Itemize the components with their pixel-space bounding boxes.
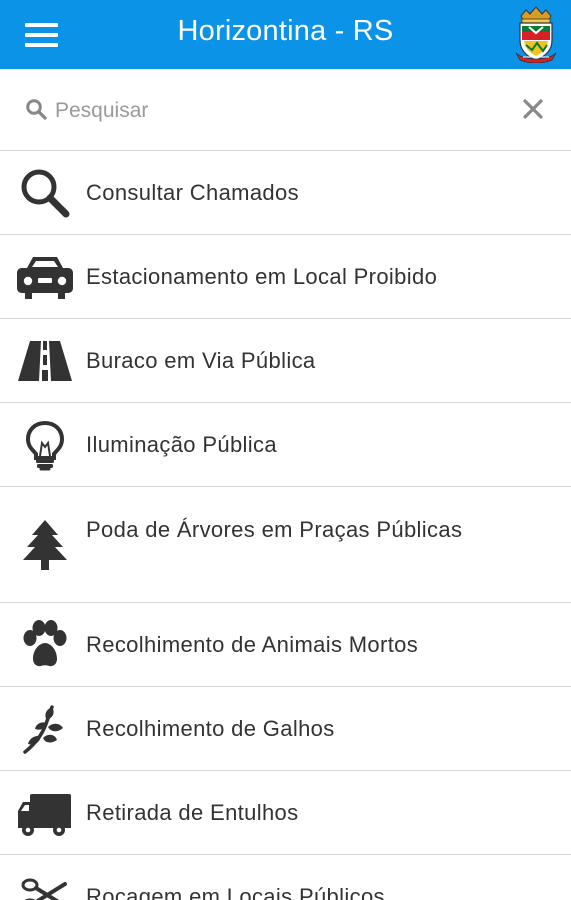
magnifier-icon (16, 166, 74, 220)
close-icon (523, 99, 543, 119)
list-item-rocagem[interactable]: Roçagem em Locais Públicos (0, 855, 571, 900)
list-item-poda-arvores[interactable]: Poda de Árvores em Praças Públicas (0, 487, 571, 603)
list-item-label: Roçagem em Locais Públicos (86, 884, 385, 900)
clear-search-button[interactable] (519, 95, 547, 123)
list-item-estacionamento[interactable]: Estacionamento em Local Proibido (0, 235, 571, 319)
road-icon (16, 334, 74, 388)
list-item-iluminacao[interactable]: Iluminação Pública (0, 403, 571, 487)
list-item-entulhos[interactable]: Retirada de Entulhos (0, 771, 571, 855)
list-item-label: Estacionamento em Local Proibido (86, 264, 438, 289)
list-item-label: Poda de Árvores em Praças Públicas (86, 517, 463, 542)
list-item-buraco[interactable]: Buraco em Via Pública (0, 319, 571, 403)
search-icon (25, 98, 49, 122)
lightbulb-icon (16, 418, 74, 472)
service-list: Consultar Chamados Estacionamento em Loc… (0, 151, 571, 900)
scissors-icon (16, 870, 74, 900)
list-item-label: Retirada de Entulhos (86, 800, 299, 825)
search-input[interactable] (53, 90, 487, 132)
list-item-consultar-chamados[interactable]: Consultar Chamados (0, 151, 571, 235)
list-item-label: Consultar Chamados (86, 180, 299, 205)
car-icon (16, 250, 74, 304)
top-app-bar: Horizontina - RS (0, 0, 571, 69)
page-title: Horizontina - RS (177, 15, 394, 47)
list-item-label: Recolhimento de Animais Mortos (86, 632, 419, 657)
paw-icon (16, 618, 74, 672)
list-item-label: Iluminação Pública (86, 432, 277, 457)
list-item-label: Buraco em Via Pública (86, 348, 316, 373)
list-item-label: Recolhimento de Galhos (86, 716, 335, 741)
list-item-galhos[interactable]: Recolhimento de Galhos (0, 687, 571, 771)
truck-icon (16, 786, 74, 840)
search-bar (0, 69, 571, 151)
tree-icon (16, 518, 74, 572)
branch-icon (16, 702, 74, 756)
list-item-animais-mortos[interactable]: Recolhimento de Animais Mortos (0, 603, 571, 687)
municipal-crest-icon (512, 5, 560, 63)
app-screen: Horizontina - RS Pesquisar Consultar Cha… (0, 0, 571, 900)
